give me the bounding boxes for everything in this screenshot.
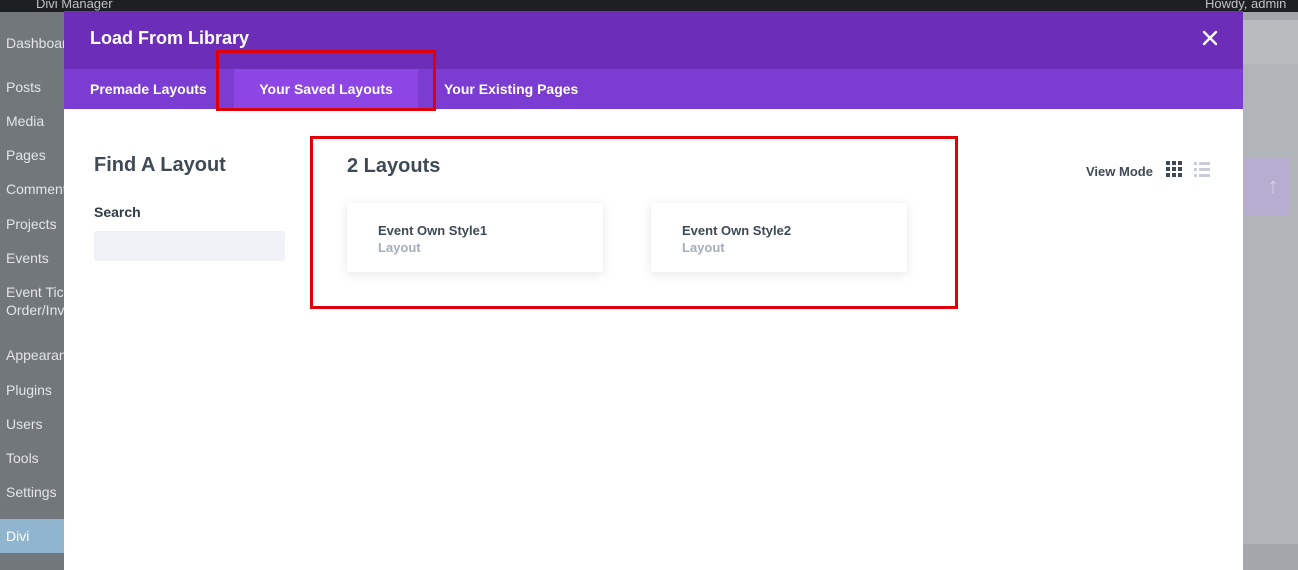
sidebar-item-settings[interactable]: Settings	[6, 483, 57, 501]
view-mode-label: View Mode	[1086, 164, 1153, 179]
close-icon[interactable]	[1199, 27, 1221, 49]
tab-your-saved-layouts[interactable]: Your Saved Layouts	[234, 69, 418, 109]
admin-bar-greeting: Howdy, admin	[1205, 0, 1287, 11]
list-icon[interactable]	[1194, 161, 1210, 177]
sidebar-item-pages[interactable]: Pages	[6, 146, 46, 164]
library-tabs: Premade Layouts Your Saved Layouts Your …	[64, 69, 1243, 109]
layout-card[interactable]: Event Own Style1 Layout	[347, 203, 603, 272]
panel-header	[1243, 20, 1298, 66]
sidebar-item-events[interactable]: Events	[6, 249, 49, 267]
modal-header: Load From Library	[64, 11, 1243, 69]
sidebar-item-order-invoices[interactable]: Order/Invoices	[6, 301, 64, 319]
sidebar-item-plugins[interactable]: Plugins	[6, 381, 52, 399]
sidebar-item-media[interactable]: Media	[6, 112, 44, 130]
layout-card[interactable]: Event Own Style2 Layout	[651, 203, 907, 272]
admin-sidebar: Dashboard Posts Media Pages Comments Pro…	[0, 12, 64, 570]
panel-action-button[interactable]: ↑	[1243, 157, 1289, 215]
layout-type: Layout	[378, 240, 421, 255]
sidebar-item-users[interactable]: Users	[6, 415, 43, 433]
sidebar-item-event-tickets[interactable]: Event Tickets	[6, 283, 64, 301]
sidebar-item-dashboard[interactable]: Dashboard	[6, 34, 64, 52]
sidebar-item-divi[interactable]: Divi	[0, 519, 64, 553]
find-layout-title: Find A Layout	[94, 154, 226, 176]
builder-side-panel: ↑	[1243, 12, 1298, 570]
search-input[interactable]	[94, 231, 285, 261]
modal-title: Load From Library	[90, 28, 250, 48]
grid-icon-glyph	[1166, 161, 1182, 177]
sidebar-item-projects[interactable]: Projects	[6, 215, 57, 233]
admin-bar-site-name: Divi Manager	[36, 0, 113, 11]
sidebar-item-appearance[interactable]: Appearance	[6, 346, 64, 364]
layout-name: Event Own Style1	[378, 223, 488, 238]
panel-body	[1243, 64, 1298, 544]
tab-premade-layouts[interactable]: Premade Layouts	[90, 69, 207, 109]
load-from-library-modal: Load From Library Premade Layouts Your S…	[64, 11, 1243, 570]
tab-your-existing-pages[interactable]: Your Existing Pages	[444, 69, 578, 109]
search-label: Search	[94, 204, 141, 220]
layout-name: Event Own Style2	[682, 223, 792, 238]
layout-type: Layout	[682, 240, 725, 255]
list-icon-glyph	[1194, 162, 1210, 177]
sidebar-item-tools[interactable]: Tools	[6, 449, 39, 467]
sidebar-item-posts[interactable]: Posts	[6, 78, 41, 96]
close-icon-glyph	[1202, 30, 1218, 46]
grid-icon[interactable]	[1166, 161, 1182, 177]
layout-count-title: 2 Layouts	[347, 155, 441, 177]
sidebar-item-comments[interactable]: Comments	[6, 180, 64, 198]
